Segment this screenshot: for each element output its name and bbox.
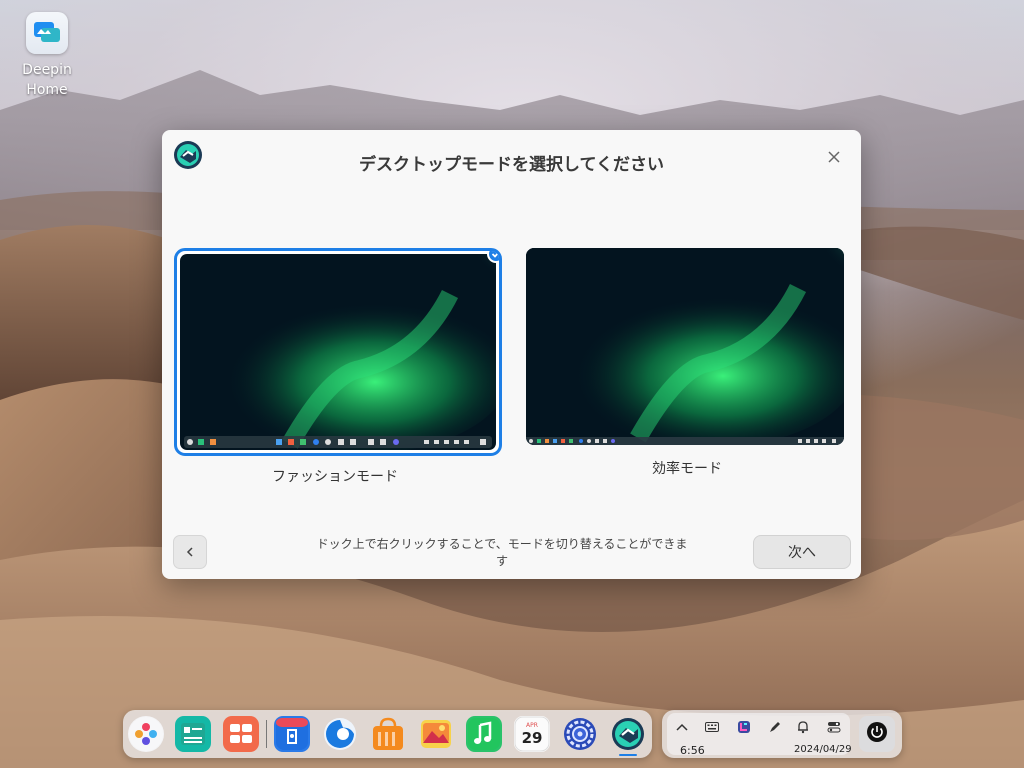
toggle-icon[interactable] [824, 718, 844, 736]
clock-time[interactable]: 6:56 [680, 744, 705, 757]
photos-icon[interactable] [418, 716, 454, 752]
dock: APR 29 [123, 710, 652, 758]
bell-icon[interactable] [793, 718, 813, 736]
dialog-title: デスクトップモードを選択してください [359, 155, 664, 175]
back-button[interactable] [173, 535, 207, 569]
multitasking-icon[interactable] [223, 716, 259, 752]
deepin-home-icon [26, 12, 68, 54]
mode-switch-hint: ドック上で右クリックすることで、モードを切り替えることができます [316, 537, 688, 568]
calendar-icon[interactable]: APR 29 [514, 716, 550, 752]
settings-icon[interactable] [562, 716, 598, 752]
calendar-month: APR [526, 722, 538, 729]
pen-icon[interactable] [765, 718, 785, 736]
mode-thumbnail [174, 248, 502, 456]
tray-panel: 6:56 2024/04/29 [667, 713, 852, 757]
color-picker-icon[interactable] [734, 718, 754, 736]
selected-check-icon [487, 251, 499, 263]
mode-option-fashion[interactable]: ファッションモード [174, 248, 502, 486]
system-tray: 6:56 2024/04/29 [662, 710, 902, 758]
power-icon [866, 721, 888, 747]
browser-icon[interactable] [322, 716, 358, 752]
dock-separator [266, 720, 267, 748]
calendar-day: 29 [522, 729, 543, 747]
close-icon[interactable] [825, 148, 843, 166]
mode-option-efficient[interactable]: 効率モード [526, 248, 848, 478]
keyboard-icon[interactable] [702, 718, 722, 736]
chevron-left-icon [184, 543, 196, 562]
deepin-home-icon[interactable] [610, 716, 646, 752]
app-shop-icon[interactable] [370, 716, 406, 752]
desktop-icon-deepin-home[interactable]: Deepin Home [14, 12, 80, 100]
desktop-mode-dialog: デスクトップモードを選択してください ファッションモード 効率モード ドック上で… [162, 130, 861, 579]
mode-label: ファッションモード [272, 469, 398, 485]
chevron-up-icon[interactable] [672, 718, 692, 736]
deepin-store-icon[interactable] [175, 716, 211, 752]
power-button[interactable] [859, 716, 895, 752]
next-button[interactable]: 次へ [753, 535, 851, 569]
clock-date[interactable]: 2024/04/29 [794, 744, 852, 755]
mode-thumbnail [526, 248, 844, 445]
mode-label: 効率モード [652, 461, 722, 477]
app-store-icon[interactable] [274, 716, 310, 752]
active-indicator [619, 754, 637, 756]
music-icon[interactable] [466, 716, 502, 752]
launcher-icon[interactable] [128, 716, 164, 752]
desktop-icon-label: Deepin Home [22, 62, 72, 98]
